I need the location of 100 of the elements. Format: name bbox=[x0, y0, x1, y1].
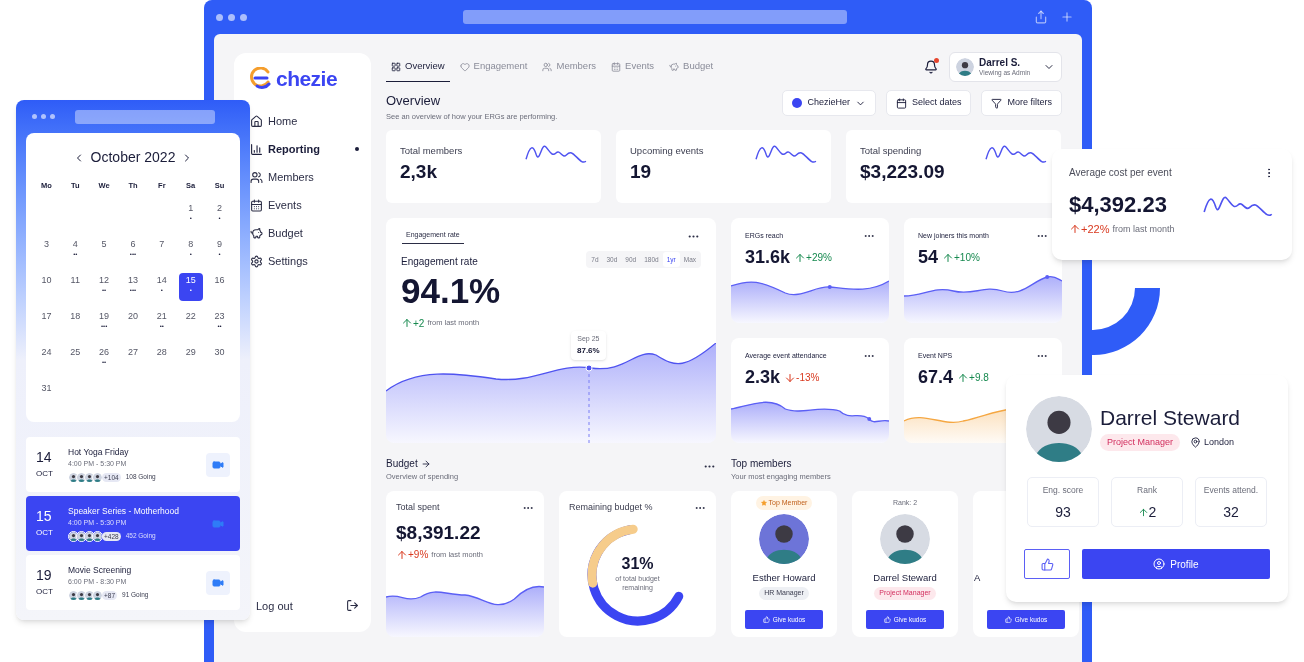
card-title: Remaining budget % bbox=[569, 501, 653, 514]
star-icon bbox=[760, 500, 767, 506]
card-value: $8,391.22 bbox=[395, 520, 482, 545]
window-controls-icon[interactable] bbox=[216, 13, 247, 21]
video-call-button[interactable] bbox=[206, 452, 230, 477]
avatar bbox=[69, 531, 78, 541]
event-title: Movie Screening bbox=[68, 564, 133, 578]
location-pin-icon bbox=[1190, 437, 1202, 448]
video-icon bbox=[212, 576, 224, 589]
calendar-day[interactable]: 5 bbox=[92, 237, 117, 266]
share-icon[interactable] bbox=[1034, 10, 1048, 24]
profile-name: Darrel Steward bbox=[1100, 406, 1241, 428]
member-name: Esther Howard bbox=[752, 571, 816, 585]
avatar bbox=[85, 531, 94, 541]
event-day: 19 bbox=[36, 567, 68, 582]
group-logo-icon bbox=[792, 98, 803, 108]
stat-value: 19 bbox=[630, 162, 653, 182]
trend-value: -13% bbox=[796, 371, 820, 385]
filter-icon bbox=[991, 97, 1003, 109]
video-call-button[interactable] bbox=[206, 570, 230, 595]
nav-icon bbox=[250, 226, 263, 240]
tab-icon bbox=[669, 61, 680, 72]
nav-icon bbox=[250, 254, 263, 268]
page-title: Overview bbox=[386, 94, 442, 107]
avatar bbox=[759, 514, 809, 564]
stat-label: Upcoming events bbox=[630, 144, 704, 158]
card-title: Average cost per event bbox=[1069, 166, 1172, 180]
sidebar-item[interactable]: Settings bbox=[250, 251, 359, 271]
arrow-right-icon bbox=[420, 458, 431, 469]
tab-icon bbox=[391, 61, 401, 72]
tooltip-value: 87.6% bbox=[577, 344, 600, 357]
metric-value: 2.3k bbox=[745, 366, 781, 389]
avatar bbox=[77, 472, 86, 482]
sidebar-item[interactable]: Events bbox=[250, 195, 359, 215]
card-title: Engagement rate bbox=[401, 254, 479, 269]
calendar-day[interactable]: 28 bbox=[149, 345, 174, 374]
sidebar-item[interactable]: Members bbox=[250, 167, 359, 187]
avatar bbox=[93, 531, 102, 541]
calendar-day[interactable]: 11 bbox=[63, 273, 88, 302]
tab-icon bbox=[459, 61, 470, 72]
calendar-day[interactable]: 29 bbox=[178, 345, 203, 374]
section-title: Top members bbox=[731, 457, 793, 471]
filter-button[interactable]: Select dates bbox=[885, 90, 972, 116]
calendar-day[interactable]: 16 bbox=[207, 273, 232, 302]
nav-icon bbox=[250, 198, 263, 212]
calendar-day[interactable]: 3 bbox=[34, 237, 59, 266]
logout-link[interactable]: Log out bbox=[250, 597, 359, 614]
calendar-day[interactable]: 27 bbox=[121, 345, 145, 374]
stat-label: Total members bbox=[400, 144, 463, 158]
member-name: Darrel Steward bbox=[873, 571, 937, 585]
video-icon bbox=[212, 458, 224, 471]
profile-stat: Eng. score 93 bbox=[1027, 477, 1099, 527]
event-month: OCT bbox=[36, 467, 54, 480]
role-tag: Project Manager bbox=[1100, 433, 1181, 452]
logo-icon bbox=[250, 67, 272, 91]
donut-value: 31% bbox=[621, 556, 654, 573]
filter-button[interactable]: ChezieHer bbox=[782, 90, 876, 116]
avatar bbox=[77, 590, 86, 600]
card-value: $4,392.23 bbox=[1069, 191, 1167, 219]
location-label: London bbox=[1190, 435, 1235, 450]
thumbs-up-icon bbox=[762, 616, 770, 623]
calendar-day[interactable]: 10 bbox=[34, 273, 59, 302]
avatar bbox=[1026, 396, 1092, 462]
kudos-button[interactable] bbox=[1024, 549, 1070, 579]
calendar-day[interactable]: 20 bbox=[121, 309, 145, 338]
calendar-day[interactable]: 18 bbox=[63, 309, 88, 338]
logout-icon bbox=[346, 599, 359, 613]
sidebar-item[interactable]: Home bbox=[250, 111, 359, 131]
filter-button[interactable]: More filters bbox=[981, 90, 1062, 116]
calendar-day[interactable]: 22 bbox=[178, 309, 203, 338]
avatar bbox=[85, 472, 94, 482]
stat-label: Total spending bbox=[860, 144, 923, 158]
sidebar-item[interactable]: Budget bbox=[250, 223, 359, 243]
calendar-day[interactable]: 30 bbox=[207, 345, 232, 374]
thumbs-up-icon bbox=[1004, 616, 1012, 623]
logo-text: chezie bbox=[276, 66, 338, 93]
event-month: OCT bbox=[36, 526, 54, 539]
calendar-day[interactable]: 25 bbox=[63, 345, 88, 374]
calendar-day[interactable]: 31 bbox=[34, 381, 59, 410]
metric-value: 67.4 bbox=[918, 366, 954, 389]
avatar bbox=[880, 514, 930, 564]
calendar-day[interactable]: 24 bbox=[34, 345, 59, 374]
month-title: October 2022 bbox=[90, 148, 176, 167]
avatar bbox=[956, 58, 974, 76]
calendar-day[interactable]: 7 bbox=[149, 237, 174, 266]
profile-stat: Events attend. 32 bbox=[1195, 477, 1267, 527]
calendar-day[interactable]: 17 bbox=[34, 309, 59, 338]
tab-icon bbox=[542, 61, 553, 72]
nav-tab[interactable]: Overview bbox=[386, 52, 450, 82]
sidebar-item[interactable]: Reporting bbox=[250, 139, 359, 159]
window-controls-icon[interactable] bbox=[32, 114, 55, 119]
section-title[interactable]: Budget bbox=[386, 456, 459, 471]
bell-icon bbox=[924, 60, 938, 74]
thumbs-up-icon bbox=[883, 616, 891, 623]
trend-note: from last month bbox=[1112, 222, 1175, 236]
avatar bbox=[69, 472, 78, 482]
metric-value: 54 bbox=[918, 246, 939, 269]
profile-button[interactable]: Profile bbox=[1082, 549, 1270, 579]
tab-icon bbox=[611, 61, 622, 72]
card-title: Total spent bbox=[396, 501, 440, 514]
